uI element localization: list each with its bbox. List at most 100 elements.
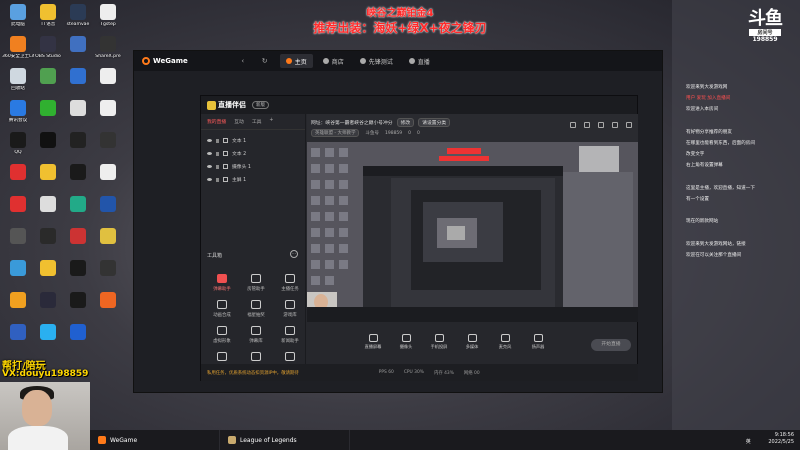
desktop-shortcut[interactable] [92,68,124,104]
system-tray[interactable]: 英 9:18:56 2022/5/25 [746,432,794,446]
info-meta[interactable]: 英雄联盟 - 大师教学 [311,129,360,137]
desktop-shortcut[interactable] [62,100,94,136]
info-chip[interactable]: 请设置分类 [418,118,451,127]
desktop-shortcut[interactable] [32,260,64,296]
lock-icon[interactable] [216,164,219,169]
source-item[interactable]: 摄像头 1 [201,160,305,173]
desktop-shortcut[interactable]: Tgstep [92,4,124,40]
desktop-shortcut[interactable]: 回收站 [2,68,34,104]
lock-icon[interactable] [216,138,219,143]
bottom-tool[interactable]: 直播屏幕 [362,334,384,350]
desktop-shortcut[interactable] [92,164,124,200]
taskbar-label: League of Legends [240,436,297,444]
desktop-shortcut[interactable]: 腾讯会议 [2,100,34,136]
settings-icon[interactable] [626,122,632,128]
refresh-icon[interactable]: ↻ [258,57,272,65]
desktop-shortcut[interactable] [62,228,94,264]
eye-icon[interactable] [207,178,212,181]
eye-icon[interactable] [207,165,212,168]
desktop-shortcut[interactable] [32,292,64,328]
desktop-shortcut[interactable] [62,324,94,360]
desktop-shortcut[interactable] [92,100,124,136]
source-item[interactable]: 文本 2 [201,147,305,160]
source-item[interactable]: 文本 1 [201,134,305,147]
desktop-shortcut[interactable] [92,132,124,168]
lock-icon[interactable] [216,151,219,156]
taskbar-item[interactable]: WeGame [90,430,220,450]
tab-0[interactable]: 主页 [279,54,313,68]
desktop-shortcut[interactable] [62,260,94,296]
info-chip[interactable]: 修改 [396,118,415,127]
bottom-tool[interactable]: 多媒体 [461,334,483,350]
desktop-shortcut[interactable] [2,260,34,296]
tool-button[interactable] [275,352,305,364]
eye-icon[interactable] [207,152,212,155]
desktop-shortcut[interactable] [92,292,124,328]
record-icon[interactable] [584,122,590,128]
desktop-shortcut[interactable] [62,68,94,104]
source-tab[interactable]: + [269,118,273,125]
desktop-shortcut[interactable]: OBS Studio [32,36,64,72]
desktop-shortcut[interactable] [62,164,94,200]
tool-button[interactable]: 新闻助手 [275,326,305,344]
desktop-shortcut[interactable] [92,260,124,296]
back-icon[interactable]: ‹ [236,57,250,65]
desktop-shortcut[interactable] [2,164,34,200]
desktop-shortcut[interactable] [32,196,64,232]
desktop-shortcut[interactable]: 360安全卫士Lite 游戏清理 [2,36,34,72]
tool-button[interactable]: 虚拟形象 [207,326,237,344]
taskbar-item[interactable]: League of Legends [220,430,350,450]
bottom-tool[interactable]: 扬声器 [527,334,549,350]
desktop-shortcut-label: QQ [14,150,22,155]
desktop-shortcut[interactable] [2,228,34,264]
eye-icon[interactable] [207,139,212,142]
desktop-shortcut[interactable] [92,196,124,232]
stream-app-window[interactable]: 直播伴侣 新版 我的直播 互动 工具 + 文本 1 文本 2 摄像头 1 主屏 1 工具箱 … [200,95,638,381]
bottom-tool[interactable]: 手机投屏 [428,334,450,350]
desktop-shortcut[interactable] [62,132,94,168]
tool-button[interactable]: 弹幕库 [241,326,271,344]
more-icon[interactable]: ⋯ [290,250,298,258]
tab-3[interactable]: 直播 [403,54,436,68]
desktop-shortcut[interactable]: ShareX.pre [92,36,124,72]
tool-button[interactable]: 游戏库 [275,300,305,318]
desktop-shortcut[interactable]: TT语音 [32,4,64,40]
source-item[interactable]: 主屏 1 [201,173,305,186]
source-tab[interactable]: 互动 [234,118,244,125]
source-tab[interactable]: 我的直播 [207,118,226,125]
tab-1[interactable]: 商店 [317,54,350,68]
desktop-shortcut[interactable] [62,196,94,232]
desktop-shortcut[interactable] [32,100,64,136]
input-lang[interactable]: 英 [746,439,751,445]
bottom-tool[interactable]: 摄像头 [395,334,417,350]
desktop-shortcut[interactable] [2,324,34,360]
desktop-shortcut[interactable] [32,68,64,104]
tab-2[interactable]: 先锋测试 [354,54,399,68]
desktop-shortcut[interactable] [62,36,94,72]
desktop-shortcut[interactable]: steamvae [62,4,94,40]
mail-icon[interactable] [598,122,604,128]
bottom-tool[interactable]: 麦克风 [494,334,516,350]
bell-icon[interactable] [612,122,618,128]
tool-button[interactable] [207,352,237,364]
tool-button[interactable]: 福星抽奖 [241,300,271,318]
desktop-shortcut[interactable] [2,196,34,232]
screenshot-icon[interactable] [570,122,576,128]
desktop-shortcut[interactable] [32,132,64,168]
desktop-shortcut[interactable] [32,324,64,360]
desktop-shortcut[interactable] [62,292,94,328]
tool-button[interactable]: 动画合成 [207,300,237,318]
desktop-shortcut[interactable] [32,228,64,264]
desktop-shortcut[interactable] [92,228,124,264]
tool-button[interactable]: 主播任务 [275,274,305,292]
start-live-button[interactable]: 开始直播 [591,339,631,351]
source-tab[interactable]: 工具 [252,118,262,125]
tool-button[interactable] [241,352,271,364]
desktop-shortcut[interactable] [2,292,34,328]
lock-icon[interactable] [216,177,219,182]
tool-button[interactable]: 弹幕助手 [207,274,237,292]
tool-button[interactable]: 房管助手 [241,274,271,292]
desktop-shortcut[interactable]: QQ [2,132,34,168]
desktop-shortcut[interactable]: 此电脑 [2,4,34,40]
desktop-shortcut[interactable] [32,164,64,200]
